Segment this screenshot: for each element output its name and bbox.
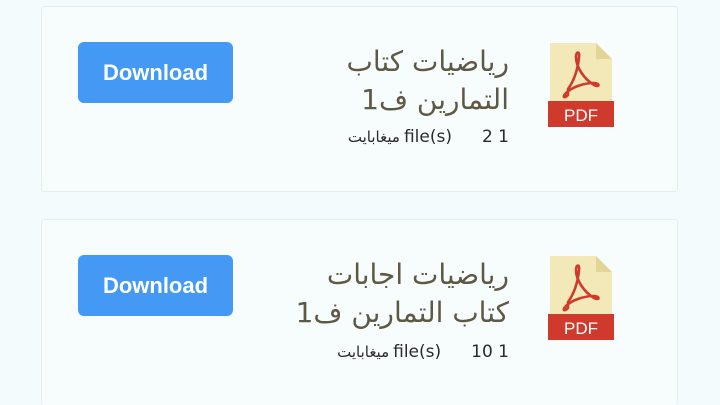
file-title: رياضيات اجابات كتاب التمارين ف1 — [295, 258, 509, 329]
file-meta: ميغابايت file(s) 10 1 — [337, 342, 509, 362]
pdf-file-icon: PDF — [548, 43, 614, 127]
file-meta: ميغابايت file(s) 2 1 — [348, 127, 509, 147]
pdf-label: PDF — [564, 319, 598, 338]
pdf-file-icon: PDF — [548, 256, 614, 340]
file-size: 10 1 — [471, 342, 509, 362]
download-button[interactable]: Download — [78, 255, 233, 316]
file-size: 2 1 — [481, 127, 509, 147]
file-card: Download رياضيات اجابات كتاب التمارين ف1… — [41, 219, 678, 405]
file-count-label: file(s) — [403, 127, 452, 147]
file-count-label: file(s) — [393, 342, 442, 362]
file-title: رياضيات كتاب التمارين ف1 — [346, 45, 509, 116]
file-size-unit: ميغابايت — [337, 343, 390, 361]
download-button[interactable]: Download — [78, 42, 233, 103]
file-size-unit: ميغابايت — [347, 128, 400, 146]
file-card: Download رياضيات كتاب التمارين ف1 ميغابا… — [41, 6, 678, 192]
pdf-label: PDF — [564, 106, 598, 125]
